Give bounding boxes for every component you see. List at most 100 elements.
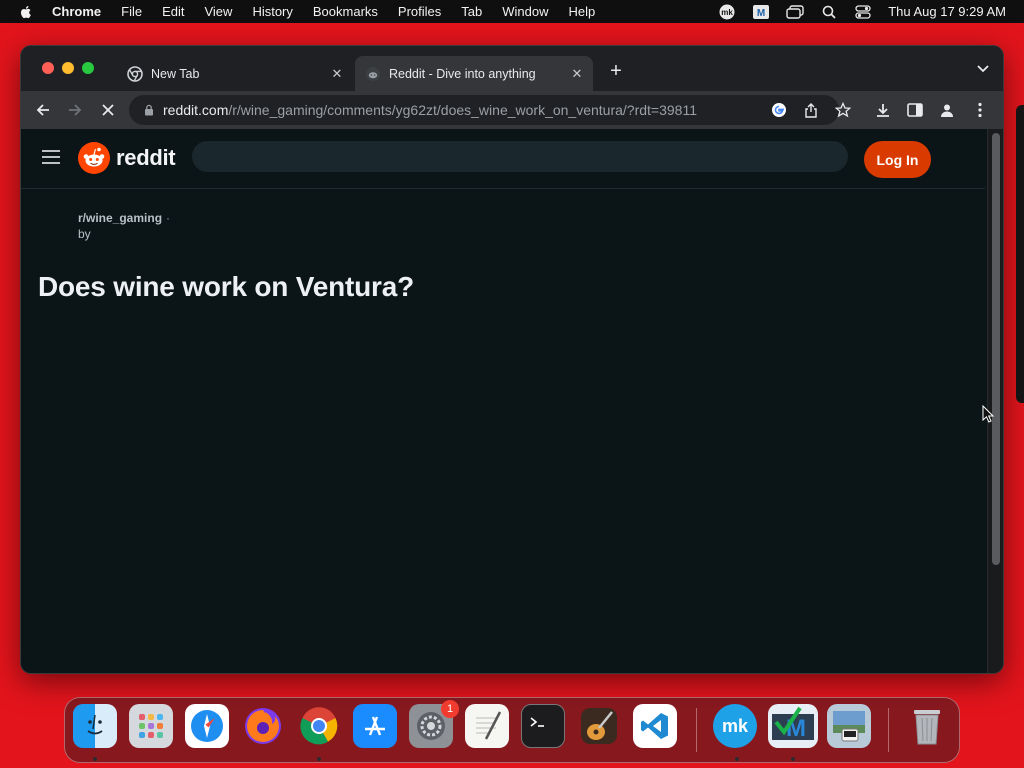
google-icon — [772, 103, 786, 117]
svg-text:M: M — [786, 715, 806, 742]
dock-launchpad-icon[interactable] — [129, 704, 173, 748]
reddit-wordmark: reddit — [116, 145, 176, 170]
svg-text:mk: mk — [721, 8, 733, 17]
control-center-icon[interactable] — [854, 4, 872, 19]
share-button[interactable] — [797, 96, 825, 124]
minimize-window-button[interactable] — [62, 62, 74, 74]
zoom-window-button[interactable] — [82, 62, 94, 74]
stop-loading-button[interactable] — [94, 96, 122, 124]
dock-preview-icon[interactable] — [827, 704, 871, 748]
side-panel-button[interactable] — [901, 96, 929, 124]
running-indicator — [317, 757, 321, 761]
side-panel-icon — [907, 103, 923, 117]
menu-help[interactable]: Help — [569, 4, 596, 19]
dock-firefox-icon[interactable] — [241, 704, 285, 748]
chrome-menu-button[interactable] — [966, 96, 994, 124]
menu-tab[interactable]: Tab — [461, 4, 482, 19]
dock-mk-app-icon[interactable]: mk — [713, 704, 757, 748]
profile-button[interactable] — [933, 96, 961, 124]
dock: 1 mk M — [64, 697, 960, 763]
tab-search-chevron-icon[interactable] — [977, 64, 989, 74]
dock-safari-icon[interactable] — [185, 704, 229, 748]
background-window-edge — [1016, 105, 1024, 403]
menu-file[interactable]: File — [121, 4, 142, 19]
lock-icon[interactable] — [143, 104, 155, 116]
url-text: reddit.com/r/wine_gaming/comments/yg62zt… — [163, 102, 697, 118]
traffic-lights — [42, 62, 94, 74]
tab-reddit[interactable]: Reddit - Dive into anything ✕ — [355, 56, 593, 91]
forward-button[interactable] — [61, 96, 89, 124]
hamburger-menu-icon[interactable] — [41, 149, 61, 165]
reddit-logo[interactable]: reddit — [78, 142, 176, 174]
menu-edit[interactable]: Edit — [162, 4, 184, 19]
svg-text:M: M — [757, 8, 765, 19]
tab-strip: New Tab ✕ Reddit - Dive into anything ✕ … — [21, 46, 1003, 91]
forward-arrow-icon — [69, 104, 82, 116]
scrollbar-thumb[interactable] — [992, 133, 1000, 565]
login-button[interactable]: Log In — [864, 141, 931, 178]
tab-title: New Tab — [151, 66, 200, 81]
address-bar[interactable]: reddit.com/r/wine_gaming/comments/yg62zt… — [129, 95, 839, 125]
tab-title: Reddit - Dive into anything — [389, 66, 536, 81]
menu-bar: Chrome File Edit View History Bookmarks … — [0, 0, 1024, 23]
reddit-header: reddit Log In — [21, 129, 985, 189]
close-tab-icon[interactable]: ✕ — [329, 66, 345, 82]
meta-separator: · — [166, 211, 171, 225]
dock-vscode-icon[interactable] — [633, 704, 677, 748]
dock-mindmap-app-icon[interactable]: M — [768, 704, 818, 748]
subreddit-link[interactable]: r/wine_gaming — [78, 211, 162, 225]
downloads-button[interactable] — [869, 96, 897, 124]
running-indicator — [735, 757, 739, 761]
dock-terminal-icon[interactable] — [521, 704, 565, 748]
mk-status-icon[interactable]: mk — [718, 4, 736, 19]
reddit-search-input[interactable] — [192, 141, 848, 172]
url-path: /r/wine_gaming/comments/yg62zt/does_wine… — [228, 102, 697, 118]
running-indicator — [93, 757, 97, 761]
tab-new-tab[interactable]: New Tab ✕ — [117, 56, 353, 91]
reddit-snoo-icon — [78, 142, 110, 174]
menu-view[interactable]: View — [204, 4, 232, 19]
chrome-icon — [127, 65, 143, 82]
mindmap-status-icon[interactable]: M — [752, 4, 770, 19]
kebab-menu-icon — [978, 102, 982, 118]
download-icon — [877, 104, 889, 117]
notification-badge: 1 — [441, 700, 459, 718]
menu-bookmarks[interactable]: Bookmarks — [313, 4, 378, 19]
close-tab-icon[interactable]: ✕ — [569, 66, 585, 82]
svg-text:mk: mk — [722, 716, 749, 736]
spotlight-search-icon[interactable] — [820, 5, 838, 19]
dock-app-store-icon[interactable] — [353, 704, 397, 748]
back-button[interactable] — [29, 96, 57, 124]
browser-toolbar: reddit.com/r/wine_gaming/comments/yg62zt… — [21, 91, 1003, 129]
running-indicator — [791, 757, 795, 761]
bookmark-star-button[interactable] — [829, 96, 857, 124]
back-arrow-icon — [36, 104, 49, 116]
mouse-cursor-icon — [982, 405, 994, 423]
post-meta: r/wine_gaming · — [78, 211, 170, 225]
menu-history[interactable]: History — [252, 4, 292, 19]
star-icon — [835, 102, 851, 118]
url-host: reddit.com — [163, 102, 229, 118]
page-scrollbar[interactable] — [987, 129, 1003, 673]
dock-chrome-icon[interactable] — [297, 704, 341, 748]
google-lens-button[interactable] — [765, 96, 793, 124]
chrome-window: New Tab ✕ Reddit - Dive into anything ✕ … — [21, 46, 1003, 673]
dock-textedit-icon[interactable] — [465, 704, 509, 748]
dock-finder-icon[interactable] — [73, 704, 117, 748]
post-author-line: by — [78, 227, 91, 241]
menu-window[interactable]: Window — [502, 4, 548, 19]
dock-system-settings-icon[interactable]: 1 — [409, 700, 459, 748]
profile-icon — [941, 104, 953, 117]
menu-app-name[interactable]: Chrome — [52, 4, 101, 19]
reddit-favicon — [366, 66, 380, 81]
apple-icon[interactable] — [18, 4, 34, 20]
post-title: Does wine work on Ventura? — [38, 271, 414, 302]
window-switcher-icon[interactable] — [786, 4, 804, 19]
new-tab-button[interactable]: + — [607, 61, 625, 81]
close-window-button[interactable] — [42, 62, 54, 74]
stop-icon — [102, 104, 114, 116]
dock-trash-icon[interactable] — [905, 704, 949, 748]
dock-garageband-icon[interactable] — [577, 704, 621, 748]
menu-profiles[interactable]: Profiles — [398, 4, 441, 19]
clock[interactable]: Thu Aug 17 9:29 AM — [888, 4, 1006, 19]
